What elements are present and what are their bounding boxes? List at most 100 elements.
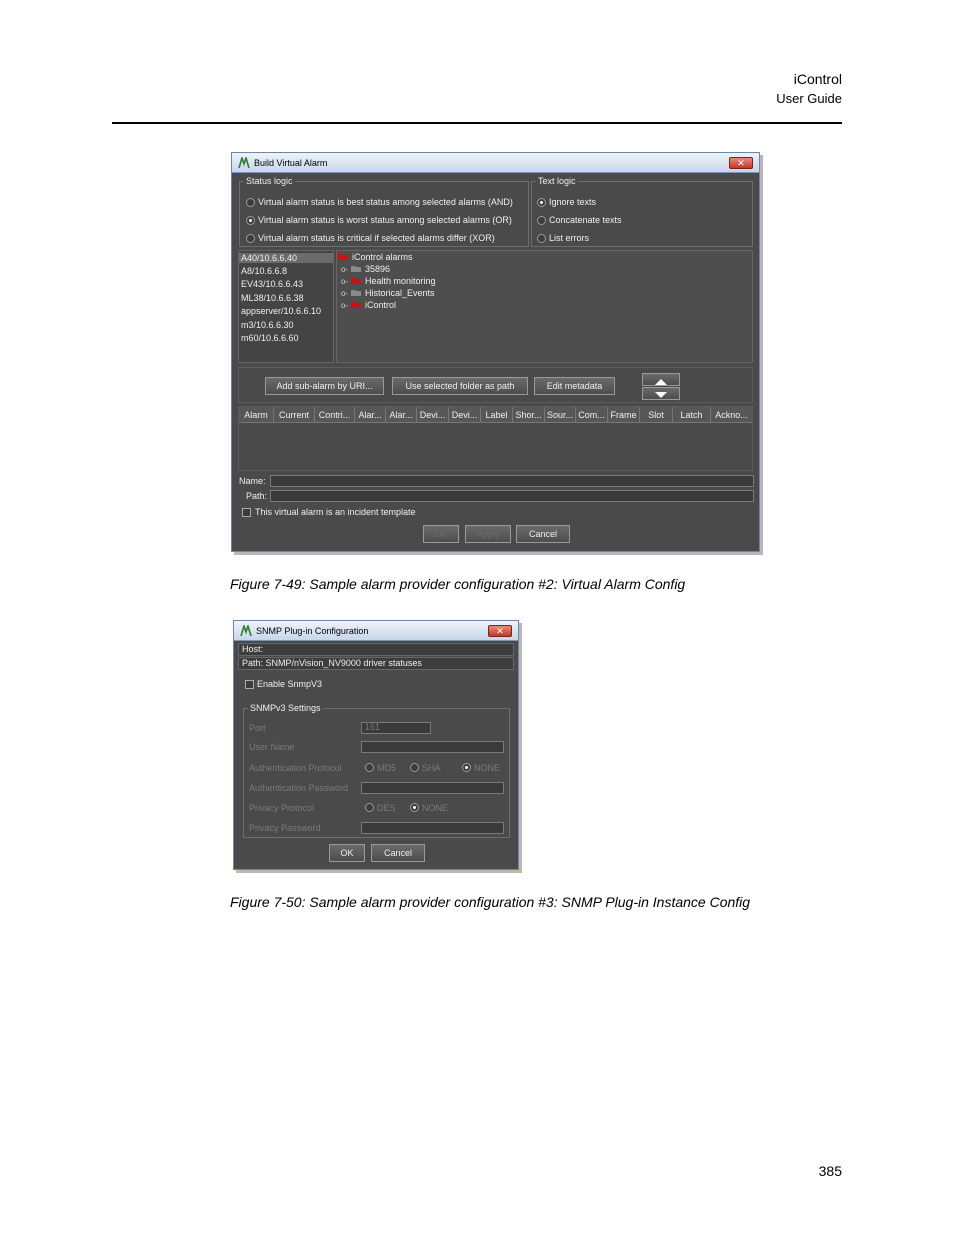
- column-header[interactable]: Frame: [608, 407, 640, 423]
- window-titlebar: SNMP Plug-in Configuration ✕: [234, 621, 518, 641]
- folder-open-icon: [338, 254, 348, 261]
- window-title: SNMP Plug-in Configuration: [256, 626, 369, 636]
- auth-password-field[interactable]: [361, 782, 504, 794]
- port-field[interactable]: 161: [361, 722, 431, 734]
- list-item[interactable]: m3/10.6.6.30: [241, 320, 294, 330]
- cancel-button[interactable]: Cancel: [371, 844, 425, 862]
- expand-icon[interactable]: o-: [341, 301, 351, 310]
- column-header[interactable]: Alar...: [386, 407, 417, 423]
- list-errors-label: List errors: [549, 233, 590, 243]
- expand-icon[interactable]: o-: [341, 289, 351, 298]
- column-header[interactable]: Devi...: [449, 407, 481, 423]
- ok-button[interactable]: OK: [329, 844, 365, 862]
- ignore-texts-label: Ignore texts: [549, 197, 597, 207]
- path-row: Path: SNMP/nVision_NV9000 driver statuse…: [238, 657, 514, 670]
- column-header[interactable]: Slot: [640, 407, 673, 423]
- auth-sha-radio[interactable]: [410, 763, 419, 772]
- window-titlebar: Build Virtual Alarm ✕: [232, 153, 759, 173]
- column-header[interactable]: Sour...: [545, 407, 576, 423]
- privacy-none-radio[interactable]: [410, 803, 419, 812]
- move-down-button[interactable]: [642, 387, 680, 400]
- privacy-des-radio[interactable]: [365, 803, 374, 812]
- add-sub-alarm-button[interactable]: Add sub-alarm by URI...: [265, 377, 384, 395]
- tree-root[interactable]: iControl alarms: [338, 252, 413, 262]
- privacy-password-field[interactable]: [361, 822, 504, 834]
- edit-metadata-button[interactable]: Edit metadata: [534, 377, 615, 395]
- snmp-config-window: SNMP Plug-in Configuration ✕ Host: Path:…: [233, 620, 519, 870]
- folder-icon: [351, 266, 361, 273]
- enable-snmpv3-checkbox[interactable]: [245, 680, 254, 689]
- port-label: Port: [249, 723, 266, 733]
- column-header[interactable]: Alarm: [239, 407, 274, 423]
- status-and-radio[interactable]: [246, 198, 255, 207]
- user-name-label: User Name: [249, 742, 295, 752]
- list-errors-radio[interactable]: [537, 234, 546, 243]
- status-xor-label: Virtual alarm status is critical if sele…: [258, 233, 495, 243]
- auth-md5-radio[interactable]: [365, 763, 374, 772]
- name-field[interactable]: [270, 475, 754, 487]
- list-item[interactable]: EV43/10.6.6.43: [241, 279, 303, 289]
- status-logic-group: Status logic Virtual alarm status is bes…: [239, 176, 529, 247]
- tree-item[interactable]: o- Health monitoring: [341, 276, 436, 286]
- table-header: Alarm Current Contri... Alar... Alar... …: [239, 407, 752, 423]
- figure-caption: Figure 7-50: Sample alarm provider confi…: [230, 894, 751, 910]
- concatenate-texts-radio[interactable]: [537, 216, 546, 225]
- close-icon[interactable]: ✕: [729, 157, 753, 169]
- folder-icon: [351, 302, 361, 309]
- ok-button[interactable]: OK: [423, 525, 459, 543]
- header-rule: [112, 122, 842, 124]
- cancel-button[interactable]: Cancel: [516, 525, 570, 543]
- incident-template-label: This virtual alarm is an incident templa…: [255, 507, 416, 517]
- path-label: Path:: [246, 491, 268, 501]
- expand-icon[interactable]: o-: [341, 265, 351, 274]
- column-header[interactable]: Com...: [576, 407, 608, 423]
- concatenate-texts-label: Concatenate texts: [549, 215, 622, 225]
- path-field[interactable]: [270, 490, 754, 502]
- status-or-label: Virtual alarm status is worst status amo…: [258, 215, 512, 225]
- list-item[interactable]: m60/10.6.6.60: [241, 333, 299, 343]
- server-list[interactable]: A40/10.6.6.40 A8/10.6.6.8 EV43/10.6.6.43…: [238, 250, 334, 363]
- column-header[interactable]: Label: [481, 407, 513, 423]
- figure-caption: Figure 7-49: Sample alarm provider confi…: [230, 576, 686, 592]
- app-icon: [240, 625, 252, 637]
- list-item[interactable]: appserver/10.6.6.10: [241, 306, 321, 316]
- privacy-des-label: DES: [377, 803, 396, 813]
- arrow-up-icon: [655, 379, 667, 385]
- path-text: Path: SNMP/nVision_NV9000 driver statuse…: [242, 658, 422, 668]
- alarm-tree[interactable]: iControl alarms o- 35896 o- Health monitor…: [336, 250, 753, 363]
- column-header[interactable]: Shor...: [513, 407, 545, 423]
- doc-title: iControl: [793, 71, 842, 87]
- status-or-radio[interactable]: [246, 216, 255, 225]
- privacy-protocol-label: Privacy Protocol: [249, 803, 315, 813]
- app-icon: [238, 157, 250, 169]
- text-logic-group: Text logic Ignore texts Concatenate text…: [531, 176, 753, 247]
- tree-item[interactable]: o-iControl: [341, 300, 396, 310]
- column-header[interactable]: Ackno...: [711, 407, 752, 423]
- snmpv3-settings-label: SNMPv3 Settings: [248, 703, 323, 713]
- apply-button[interactable]: Apply: [465, 525, 511, 543]
- snmpv3-settings-group: SNMPv3 Settings Port 161 User Name Authe…: [243, 703, 510, 838]
- column-header[interactable]: Devi...: [417, 407, 449, 423]
- list-item[interactable]: A40/10.6.6.40: [239, 253, 333, 263]
- tree-item[interactable]: o- 35896: [341, 264, 390, 274]
- auth-password-label: Authentication Password: [249, 783, 349, 793]
- incident-template-checkbox[interactable]: [242, 508, 251, 517]
- user-name-field[interactable]: [361, 741, 504, 753]
- tree-item[interactable]: o- Historical_Events: [341, 288, 435, 298]
- list-item[interactable]: ML38/10.6.6.38: [241, 293, 304, 303]
- auth-none-radio[interactable]: [462, 763, 471, 772]
- list-item[interactable]: A8/10.6.6.8: [241, 266, 287, 276]
- move-up-button[interactable]: [642, 373, 680, 386]
- column-header[interactable]: Contri...: [315, 407, 355, 423]
- column-header[interactable]: Alar...: [355, 407, 386, 423]
- use-selected-folder-button[interactable]: Use selected folder as path: [392, 377, 528, 395]
- column-header[interactable]: Latch: [673, 407, 711, 423]
- sub-alarm-table[interactable]: Alarm Current Contri... Alar... Alar... …: [238, 406, 753, 471]
- auth-md5-label: MD5: [377, 763, 397, 773]
- expand-icon[interactable]: o-: [341, 277, 351, 286]
- enable-snmpv3-label: Enable SnmpV3: [257, 679, 323, 689]
- close-icon[interactable]: ✕: [488, 625, 512, 637]
- status-xor-radio[interactable]: [246, 234, 255, 243]
- column-header[interactable]: Current: [274, 407, 315, 423]
- ignore-texts-radio[interactable]: [537, 198, 546, 207]
